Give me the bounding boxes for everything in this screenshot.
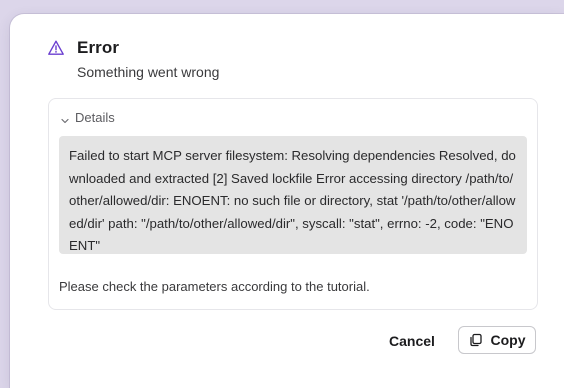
details-label: Details — [75, 110, 115, 125]
copy-button[interactable]: Copy — [458, 326, 536, 354]
dialog-subtitle: Something went wrong — [77, 64, 220, 80]
error-message-box: Failed to start MCP server filesystem: R… — [59, 136, 527, 254]
copy-button-label: Copy — [490, 332, 526, 348]
help-text: Please check the parameters according to… — [59, 279, 370, 294]
details-panel: Details Failed to start MCP server files… — [48, 98, 538, 310]
dialog-title: Error — [77, 38, 120, 57]
warning-triangle-icon — [47, 39, 65, 57]
cancel-button[interactable]: Cancel — [381, 327, 443, 355]
error-dialog: Error Something went wrong Details Faile… — [10, 14, 564, 388]
chevron-down-icon — [60, 113, 70, 123]
details-toggle[interactable]: Details — [60, 110, 115, 125]
copy-icon — [469, 333, 483, 347]
